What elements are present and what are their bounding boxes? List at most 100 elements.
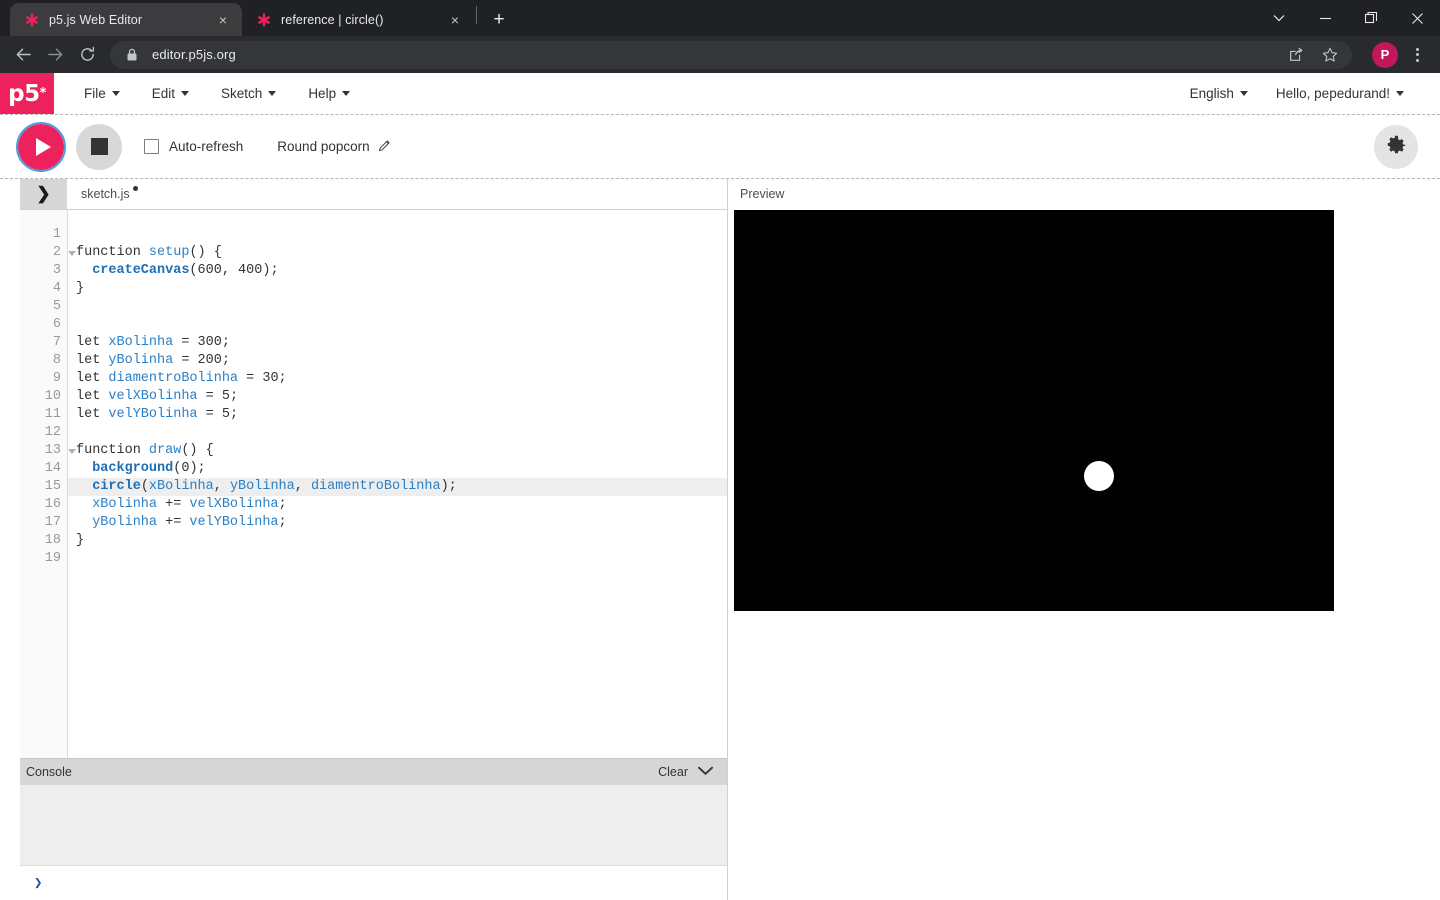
browser-tab-0[interactable]: p5.js Web Editor × xyxy=(10,3,242,36)
code-token: , xyxy=(214,479,230,494)
stop-button[interactable] xyxy=(76,124,122,170)
chevron-down-icon xyxy=(342,91,350,96)
code-line[interactable] xyxy=(68,424,727,442)
window-controls xyxy=(1256,0,1440,36)
code-line[interactable] xyxy=(68,316,727,334)
code-token xyxy=(76,263,92,278)
code-token: = xyxy=(238,371,262,386)
code-line[interactable]: let velYBolinha = 5; xyxy=(68,406,727,424)
file-tab-sketch-js[interactable]: sketch.js xyxy=(67,179,152,209)
gear-icon xyxy=(1386,134,1407,160)
code-line[interactable]: let velXBolinha = 5; xyxy=(68,388,727,406)
code-line[interactable]: let xBolinha = 300; xyxy=(68,334,727,352)
account-label: Hello, pepedurand! xyxy=(1276,86,1390,101)
code-token: ); xyxy=(262,263,278,278)
code-token xyxy=(76,479,92,494)
code-line[interactable]: yBolinha += velYBolinha; xyxy=(68,514,727,532)
canvas-ball xyxy=(1084,461,1114,491)
code-token: let xyxy=(76,371,108,386)
line-number: 13 xyxy=(20,442,67,460)
chevron-down-icon xyxy=(268,91,276,96)
console-panel: Console Clear ❯ xyxy=(20,758,727,900)
code-line[interactable]: let yBolinha = 200; xyxy=(68,352,727,370)
chevron-down-icon xyxy=(1240,91,1248,96)
minimize-button[interactable] xyxy=(1302,0,1348,36)
code-token: yBolinha xyxy=(108,353,173,368)
account-menu[interactable]: Hello, pepedurand! xyxy=(1262,73,1418,114)
reload-button[interactable] xyxy=(72,40,102,70)
code-token: 200 xyxy=(198,353,222,368)
back-button[interactable] xyxy=(8,40,38,70)
p5-asterisk-icon xyxy=(24,12,40,28)
tab-search-button[interactable] xyxy=(1256,0,1302,36)
p5-logo[interactable]: p5* xyxy=(0,73,54,114)
code-token: velXBolinha xyxy=(189,497,278,512)
code-token: () { xyxy=(189,245,221,260)
code-line[interactable]: background(0); xyxy=(68,460,727,478)
code-token: circle xyxy=(92,479,141,494)
code-token: 5 xyxy=(222,407,230,422)
p5-menu: File Edit Sketch Help xyxy=(54,73,366,114)
auto-refresh-control[interactable]: Auto-refresh xyxy=(144,139,243,154)
window-close-button[interactable] xyxy=(1394,0,1440,36)
sketch-name-control[interactable]: Round popcorn xyxy=(277,139,390,155)
code-line[interactable] xyxy=(68,298,727,316)
play-icon xyxy=(36,138,51,156)
address-bar[interactable]: editor.p5js.org xyxy=(110,41,1352,69)
auto-refresh-label: Auto-refresh xyxy=(169,139,243,154)
line-number: 2 xyxy=(20,244,67,262)
play-button[interactable] xyxy=(18,124,64,170)
menu-file[interactable]: File xyxy=(68,73,136,114)
chevron-down-icon[interactable] xyxy=(698,765,713,779)
code-token: ; xyxy=(279,497,287,512)
browser-tab-strip: p5.js Web Editor × reference | circle() … xyxy=(0,0,1440,36)
preview-stage xyxy=(728,209,1440,611)
sketch-canvas[interactable] xyxy=(734,210,1334,611)
close-icon[interactable]: × xyxy=(446,11,464,29)
code-content[interactable]: function setup() { createCanvas(600, 400… xyxy=(68,210,727,758)
console-clear-button[interactable]: Clear xyxy=(658,765,688,779)
pencil-icon[interactable] xyxy=(378,139,391,155)
forward-button[interactable] xyxy=(40,40,70,70)
profile-avatar[interactable]: P xyxy=(1372,42,1398,68)
code-line[interactable]: xBolinha += velXBolinha; xyxy=(68,496,727,514)
new-tab-button[interactable]: + xyxy=(485,5,513,33)
code-line[interactable]: function draw() { xyxy=(68,442,727,460)
line-number: 9 xyxy=(20,370,67,388)
code-line[interactable]: let diamentroBolinha = 30; xyxy=(68,370,727,388)
browser-tab-1[interactable]: reference | circle() × xyxy=(242,3,474,36)
kebab-menu-icon[interactable] xyxy=(1404,42,1430,68)
code-line[interactable]: } xyxy=(68,532,727,550)
code-token: let xyxy=(76,335,108,350)
menu-edit[interactable]: Edit xyxy=(136,73,205,114)
code-line[interactable]: function setup() { xyxy=(68,244,727,262)
code-line[interactable]: createCanvas(600, 400); xyxy=(68,262,727,280)
code-token xyxy=(76,461,92,476)
code-line[interactable] xyxy=(68,550,727,568)
code-token: 300 xyxy=(198,335,222,350)
preview-label: Preview xyxy=(728,179,1440,209)
code-token: ( xyxy=(189,263,197,278)
line-number: 1 xyxy=(20,226,67,244)
close-icon[interactable]: × xyxy=(214,11,232,29)
code-line[interactable]: } xyxy=(68,280,727,298)
menu-sketch[interactable]: Sketch xyxy=(205,73,292,114)
sidebar-toggle-button[interactable]: ❯ xyxy=(20,179,67,209)
code-line[interactable]: circle(xBolinha, yBolinha, diamentroBoli… xyxy=(68,478,727,496)
maximize-button[interactable] xyxy=(1348,0,1394,36)
code-editor[interactable]: 12345678910111213141516171819 function s… xyxy=(20,209,727,758)
code-token: () { xyxy=(181,443,213,458)
line-number: 6 xyxy=(20,316,67,334)
settings-button[interactable] xyxy=(1374,125,1418,169)
console-input-row[interactable]: ❯ xyxy=(20,865,727,900)
code-token: xBolinha xyxy=(149,479,214,494)
share-icon[interactable] xyxy=(1286,45,1306,65)
code-line[interactable] xyxy=(68,226,727,244)
language-selector[interactable]: English xyxy=(1176,73,1262,114)
editor-tab-bar: ❯ sketch.js xyxy=(20,179,727,209)
browser-tab-title: reference | circle() xyxy=(281,13,437,27)
auto-refresh-checkbox[interactable] xyxy=(144,139,159,154)
preview-column: Preview xyxy=(728,179,1440,900)
menu-help[interactable]: Help xyxy=(292,73,366,114)
star-icon[interactable] xyxy=(1320,45,1340,65)
